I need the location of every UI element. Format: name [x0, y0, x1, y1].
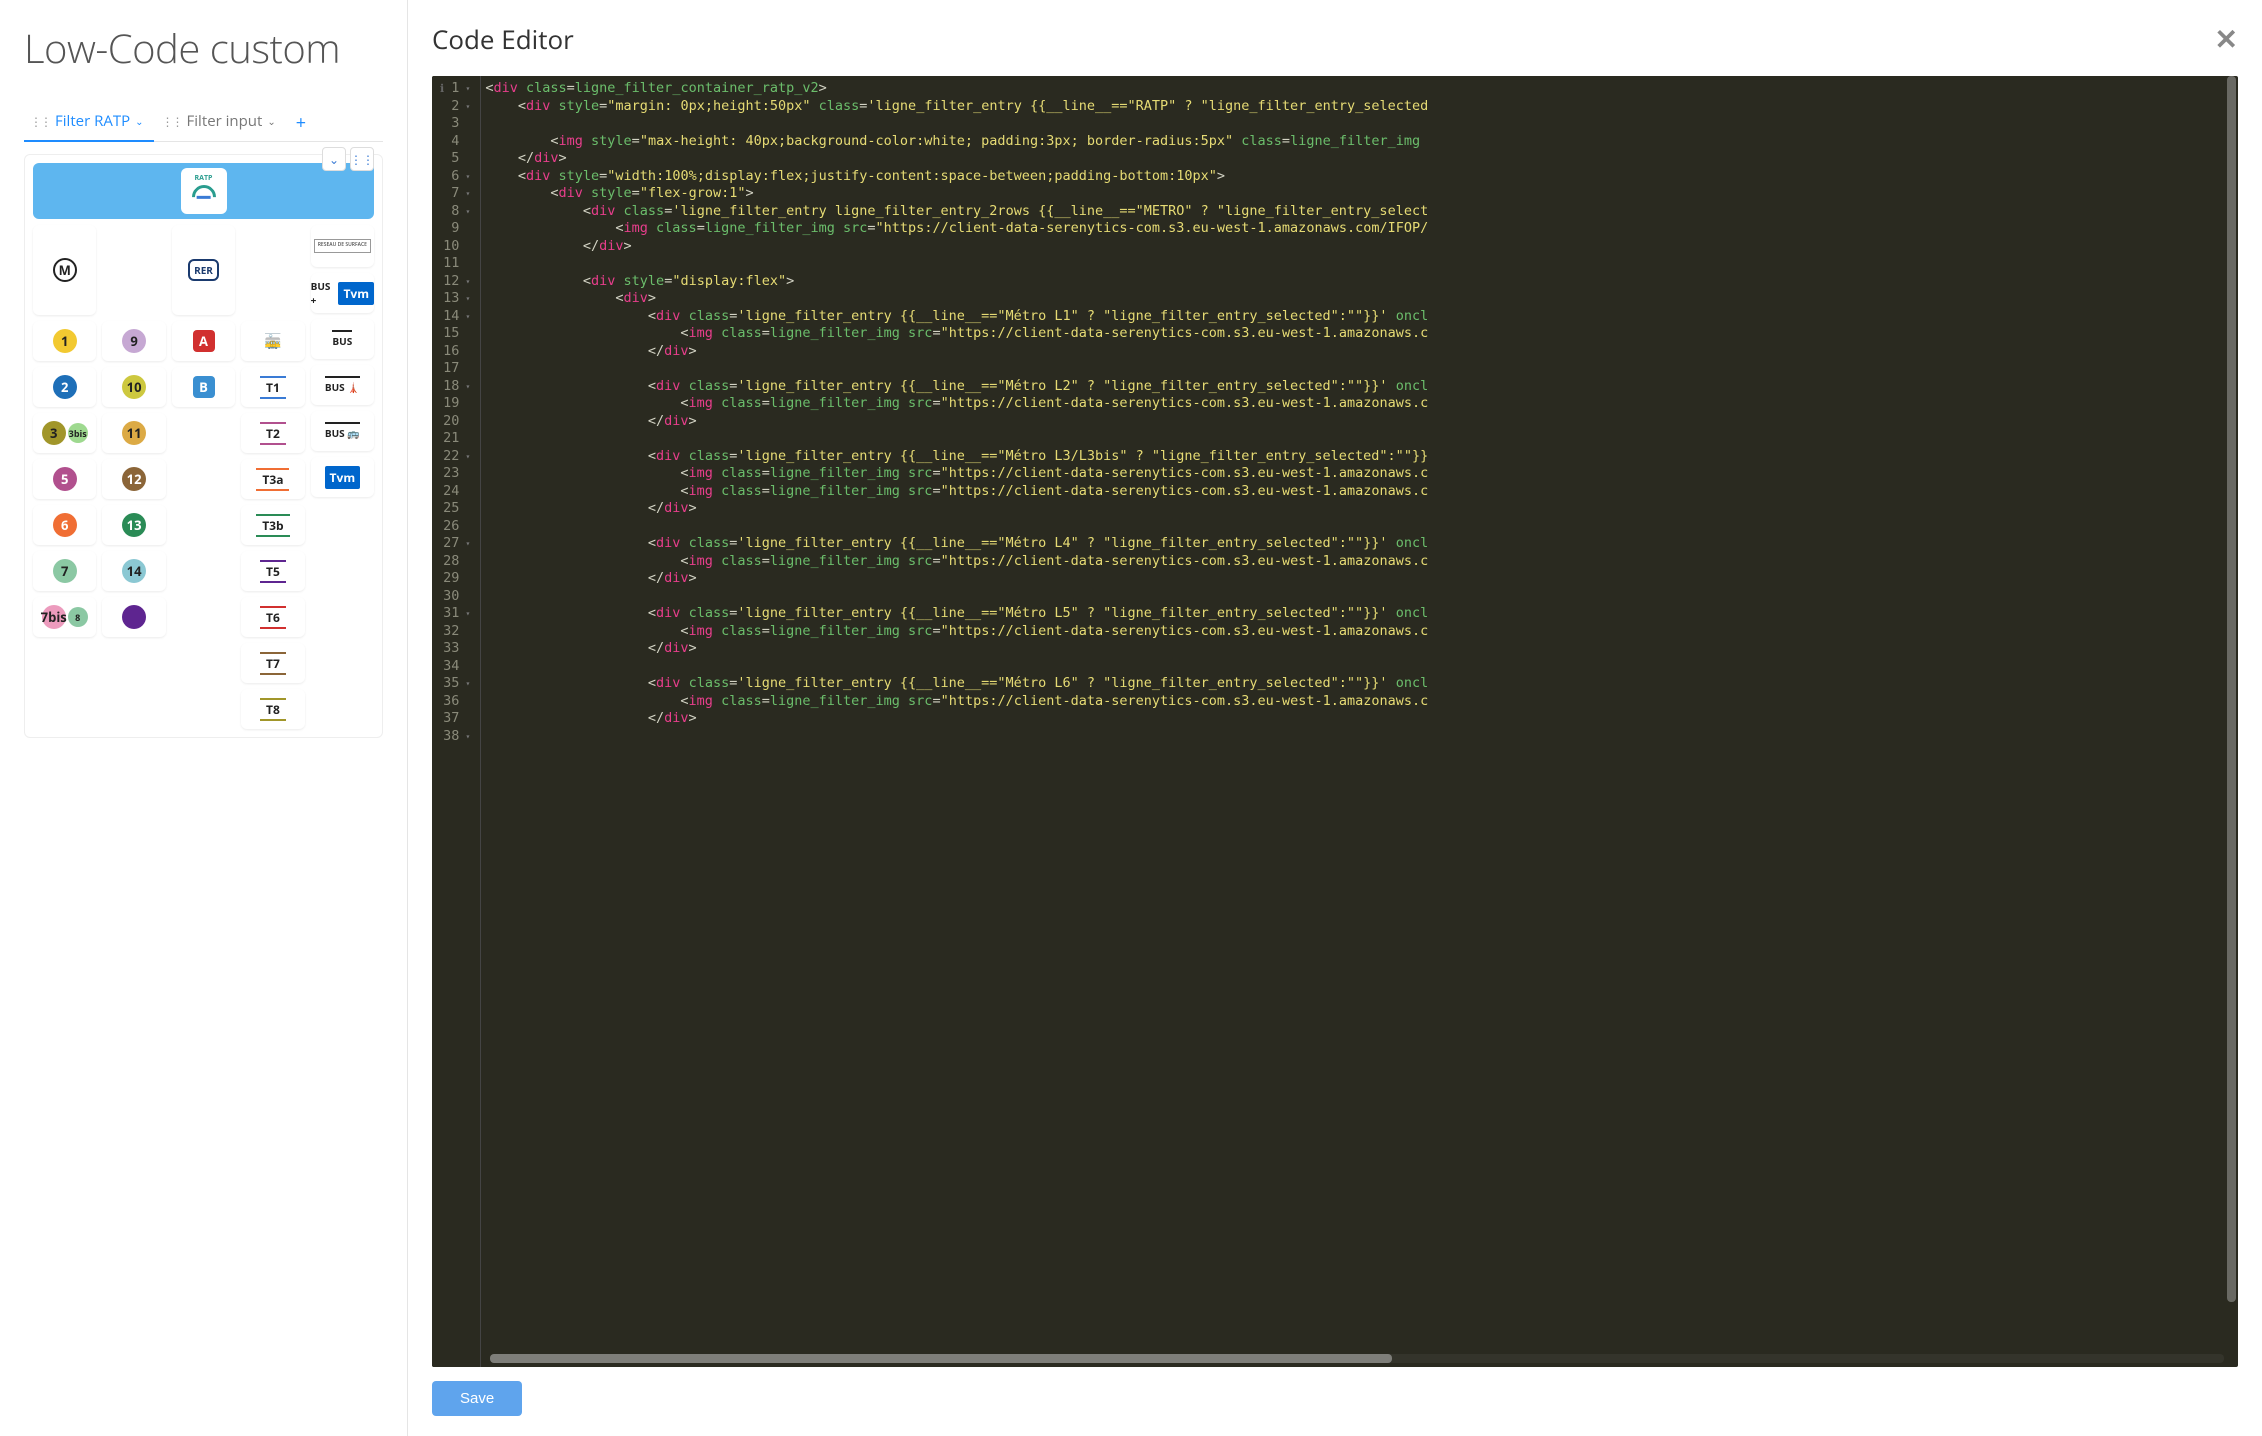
rer-icon: RER — [188, 259, 219, 281]
save-button[interactable]: Save — [432, 1381, 522, 1416]
rer-line-a[interactable]: A — [172, 321, 235, 361]
surface-column: RESEAU DE SURFACE BUS +Tvm BUS BUS 🗼 BUS… — [311, 225, 374, 729]
metro-line-4[interactable]: 5 — [33, 459, 96, 499]
metro-line-10[interactable]: 11 — [102, 413, 165, 453]
tab-filter-input[interactable]: ⋮⋮ Filter input ⌄ — [156, 105, 286, 141]
metro-line-2[interactable]: 2 — [33, 367, 96, 407]
ratp-header[interactable]: RATP — [33, 163, 374, 219]
ratp-logo: RATP — [181, 168, 227, 214]
chevron-down-icon: ⌄ — [135, 114, 143, 128]
metro-header[interactable]: M — [33, 225, 96, 315]
metro-column: M 1 2 33bis 5 6 7 7bis8 — [33, 225, 96, 729]
tabs-bar: ⋮⋮ Filter RATP ⌄ ⋮⋮ Filter input ⌄ + — [24, 105, 383, 142]
bus-tvm-header[interactable]: BUS +Tvm — [311, 273, 374, 313]
page-title: Low-Code custom — [24, 20, 383, 75]
metro-line-12[interactable]: 13 — [102, 505, 165, 545]
add-tab-button[interactable]: + — [288, 111, 314, 135]
tram-column: 🚋 T1 T2 T3a T3b T5 T6 T7 T8 — [241, 225, 304, 729]
menu-button[interactable]: ⋮⋮ — [350, 147, 374, 171]
metro-line-11[interactable]: 12 — [102, 459, 165, 499]
right-panel: Code Editor ✕ ℹ1▾2▾3 4 5 6▾7▾8▾9 10 11 1… — [408, 0, 2262, 1436]
chevron-down-icon: ⌄ — [267, 114, 275, 128]
drag-icon: ⋮⋮ — [30, 113, 50, 130]
metro-line-6[interactable]: 7 — [33, 551, 96, 591]
reseau-header[interactable]: RESEAU DE SURFACE — [311, 225, 374, 267]
tram-line-t1[interactable]: T1 — [241, 367, 304, 407]
collapse-button[interactable]: ⌄ — [322, 147, 346, 171]
drag-icon: ⋮⋮ — [162, 113, 182, 130]
widget-preview: ⌄ ⋮⋮ RATP M 1 2 33bis 5 6 7 — [24, 154, 383, 738]
bus-line-bus[interactable]: BUS 🚌 — [311, 411, 374, 451]
tram-line-t3a[interactable]: T3a — [241, 459, 304, 499]
tram-line-t2[interactable]: T2 — [241, 413, 304, 453]
editor-title: Code Editor — [432, 21, 574, 57]
tram-header[interactable]: 🚋 — [241, 321, 304, 361]
tab-filter-ratp[interactable]: ⋮⋮ Filter RATP ⌄ — [24, 105, 154, 141]
tram-line-t6[interactable]: T6 — [241, 597, 304, 637]
code-body[interactable]: <div class=ligne_filter_container_ratp_v… — [481, 76, 2238, 1367]
tram-line-t7[interactable]: T7 — [241, 643, 304, 683]
tram-line-t5[interactable]: T5 — [241, 551, 304, 591]
chevron-down-icon: ⌄ — [329, 151, 339, 168]
metro-line-1[interactable]: 1 — [33, 321, 96, 361]
scrollbar-thumb[interactable] — [2227, 76, 2236, 1302]
bus-line-eiffel[interactable]: BUS 🗼 — [311, 365, 374, 405]
rer-header[interactable]: RER — [172, 225, 235, 315]
menu-icon: ⋮⋮ — [350, 151, 374, 168]
metro-line-5[interactable]: 6 — [33, 505, 96, 545]
tram-line-t8[interactable]: T8 — [241, 689, 304, 729]
line-gutter: ℹ1▾2▾3 4 5 6▾7▾8▾9 10 11 12▾13▾14▾15 16 … — [432, 76, 481, 1367]
rer-column: RER A B — [172, 225, 235, 729]
left-panel: Low-Code custom ⋮⋮ Filter RATP ⌄ ⋮⋮ Filt… — [0, 0, 408, 1436]
rer-line-b[interactable]: B — [172, 367, 235, 407]
metro-icon: M — [53, 258, 77, 282]
tvm-line[interactable]: Tvm — [311, 457, 374, 497]
tram-icon: 🚋 — [264, 332, 281, 351]
filter-grid: M 1 2 33bis 5 6 7 7bis8 9 10 11 12 13 — [33, 225, 374, 729]
metro-line-9[interactable]: 10 — [102, 367, 165, 407]
metro-line-13[interactable]: 14 — [102, 551, 165, 591]
scrollbar-thumb[interactable] — [490, 1354, 1392, 1363]
tab-label: Filter input — [187, 111, 263, 131]
ratp-logo-text: RATP — [195, 174, 213, 183]
metro-line-7[interactable]: 7bis8 — [33, 597, 96, 637]
metro-line-14[interactable] — [102, 597, 165, 637]
vertical-scrollbar[interactable] — [2227, 76, 2236, 1367]
horizontal-scrollbar[interactable] — [490, 1354, 2224, 1363]
editor-header: Code Editor ✕ — [432, 20, 2238, 58]
tab-label: Filter RATP — [55, 111, 130, 131]
close-icon[interactable]: ✕ — [2215, 20, 2238, 58]
metro-line-8[interactable]: 9 — [102, 321, 165, 361]
preview-tools: ⌄ ⋮⋮ — [322, 147, 374, 171]
code-editor[interactable]: ℹ1▾2▾3 4 5 6▾7▾8▾9 10 11 12▾13▾14▾15 16 … — [432, 76, 2238, 1367]
metro-column-2: 9 10 11 12 13 14 — [102, 225, 165, 729]
tram-line-t3b[interactable]: T3b — [241, 505, 304, 545]
reseau-label: RESEAU DE SURFACE — [314, 239, 371, 253]
bus-line[interactable]: BUS — [311, 319, 374, 359]
metro-line-3[interactable]: 33bis — [33, 413, 96, 453]
